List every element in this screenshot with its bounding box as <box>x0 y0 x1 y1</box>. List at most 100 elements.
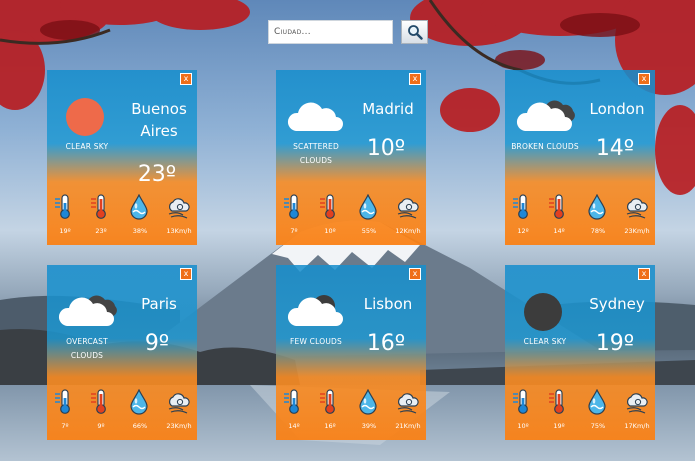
max-temp-value: 23º <box>95 227 107 235</box>
wind-speed-value: 21Km/h <box>395 422 421 430</box>
humidity-value: 55% <box>361 227 377 235</box>
max-temp-icon <box>89 194 113 220</box>
stats-icons <box>47 194 197 220</box>
max-temp-value: 14º <box>553 227 565 235</box>
stats-icons <box>505 389 655 415</box>
stats-icons <box>276 389 426 415</box>
stats-icons <box>47 389 197 415</box>
weather-condition: Overcast clouds <box>66 337 108 360</box>
min-temp-value: 7º <box>290 227 298 235</box>
city-search-input[interactable] <box>268 20 393 44</box>
city-name: Paris <box>141 295 177 313</box>
humidity-icon <box>356 389 380 415</box>
wind-icon <box>167 389 191 415</box>
close-card-button[interactable]: x <box>409 268 421 280</box>
min-temp-icon <box>511 389 535 415</box>
search-icon <box>407 25 423 40</box>
wind-speed-value: 23Km/h <box>166 422 192 430</box>
wind-icon <box>167 194 191 220</box>
wind-speed-value: 17Km/h <box>624 422 650 430</box>
cloud-icon <box>286 95 346 139</box>
humidity-icon <box>356 194 380 220</box>
humidity-icon <box>585 389 609 415</box>
broken-clouds-icon <box>515 95 575 139</box>
city-name: London <box>589 100 645 118</box>
wind-icon <box>625 194 649 220</box>
humidity-value: 66% <box>132 422 148 430</box>
humidity-value: 39% <box>361 422 377 430</box>
current-temperature: 14º <box>595 136 635 161</box>
humidity-icon <box>585 194 609 220</box>
current-temperature: 16º <box>366 331 406 356</box>
max-temp-value: 16º <box>324 422 336 430</box>
humidity-value: 75% <box>590 422 606 430</box>
weather-card: x Clear sky Sydney 19º 10º 19º 75% 17Km/h <box>505 265 655 440</box>
max-temp-icon <box>318 194 342 220</box>
max-temp-value: 9º <box>97 422 105 430</box>
max-temp-value: 10º <box>324 227 336 235</box>
weather-icon-wrapper <box>57 95 117 139</box>
few-clouds-icon <box>286 295 346 334</box>
stats-values: 10º 19º 75% 17Km/h <box>505 422 655 432</box>
min-temp-value: 19º <box>59 227 71 235</box>
close-card-button[interactable]: x <box>638 73 650 85</box>
stats-values: 19º 23º 38% 13Km/h <box>47 227 197 237</box>
current-temperature: 10º <box>366 136 406 161</box>
city-name: Buenos Aires <box>131 100 187 140</box>
wind-icon <box>396 194 420 220</box>
weather-condition: Clear sky <box>523 337 567 346</box>
close-card-button[interactable]: x <box>180 73 192 85</box>
min-temp-icon <box>53 389 77 415</box>
weather-condition: Scattered clouds <box>293 142 339 165</box>
max-temp-icon <box>547 389 571 415</box>
stats-values: 7º 10º 55% 12Km/h <box>276 227 426 237</box>
city-name: Sydney <box>589 295 645 313</box>
weather-card: x Broken clouds London 14º 12º 14º 78% 23Km/h <box>505 70 655 245</box>
humidity-icon <box>127 194 151 220</box>
humidity-value: 78% <box>590 227 606 235</box>
max-temp-icon <box>318 389 342 415</box>
weather-condition: Few clouds <box>290 337 342 346</box>
humidity-icon <box>127 389 151 415</box>
close-card-button[interactable]: x <box>180 268 192 280</box>
city-name: Madrid <box>362 100 414 118</box>
search-bar <box>268 20 428 46</box>
stats-values: 7º 9º 66% 23Km/h <box>47 422 197 432</box>
max-temp-value: 19º <box>553 422 565 430</box>
weather-icon-wrapper <box>286 95 346 139</box>
weather-condition: Clear sky <box>65 142 109 151</box>
current-temperature: 23º <box>137 162 177 187</box>
close-card-button[interactable]: x <box>409 73 421 85</box>
wind-speed-value: 23Km/h <box>624 227 650 235</box>
search-button[interactable] <box>401 20 428 44</box>
min-temp-value: 12º <box>517 227 529 235</box>
close-card-button[interactable]: x <box>638 268 650 280</box>
weather-card: x Few clouds Lisbon 16º 14º 16º 39% 21Km/h <box>276 265 426 440</box>
city-name: Lisbon <box>363 295 413 313</box>
stats-icons <box>276 194 426 220</box>
weather-icon-wrapper <box>515 95 575 139</box>
min-temp-value: 14º <box>288 422 300 430</box>
current-temperature: 19º <box>595 331 635 356</box>
stats-values: 14º 16º 39% 21Km/h <box>276 422 426 432</box>
wind-icon <box>625 389 649 415</box>
weather-card: x Overcast clouds Paris 9º 7º 9º 66% 23Km/h <box>47 265 197 440</box>
weather-condition: Broken clouds <box>511 142 579 151</box>
sun-icon <box>66 98 104 136</box>
weather-icon-wrapper <box>57 290 117 334</box>
overcast-clouds-icon <box>57 290 117 334</box>
moon-icon <box>524 293 562 331</box>
min-temp-icon <box>53 194 77 220</box>
weather-icon-wrapper <box>286 290 346 334</box>
min-temp-icon <box>511 194 535 220</box>
min-temp-icon <box>282 194 306 220</box>
stats-values: 12º 14º 78% 23Km/h <box>505 227 655 237</box>
min-temp-value: 10º <box>517 422 529 430</box>
max-temp-icon <box>89 389 113 415</box>
min-temp-icon <box>282 389 306 415</box>
wind-icon <box>396 389 420 415</box>
weather-card: x Scattered clouds Madrid 10º 7º 10º 55% 12Km/h <box>276 70 426 245</box>
stats-icons <box>505 194 655 220</box>
humidity-value: 38% <box>132 227 148 235</box>
weather-icon-wrapper <box>515 290 575 334</box>
